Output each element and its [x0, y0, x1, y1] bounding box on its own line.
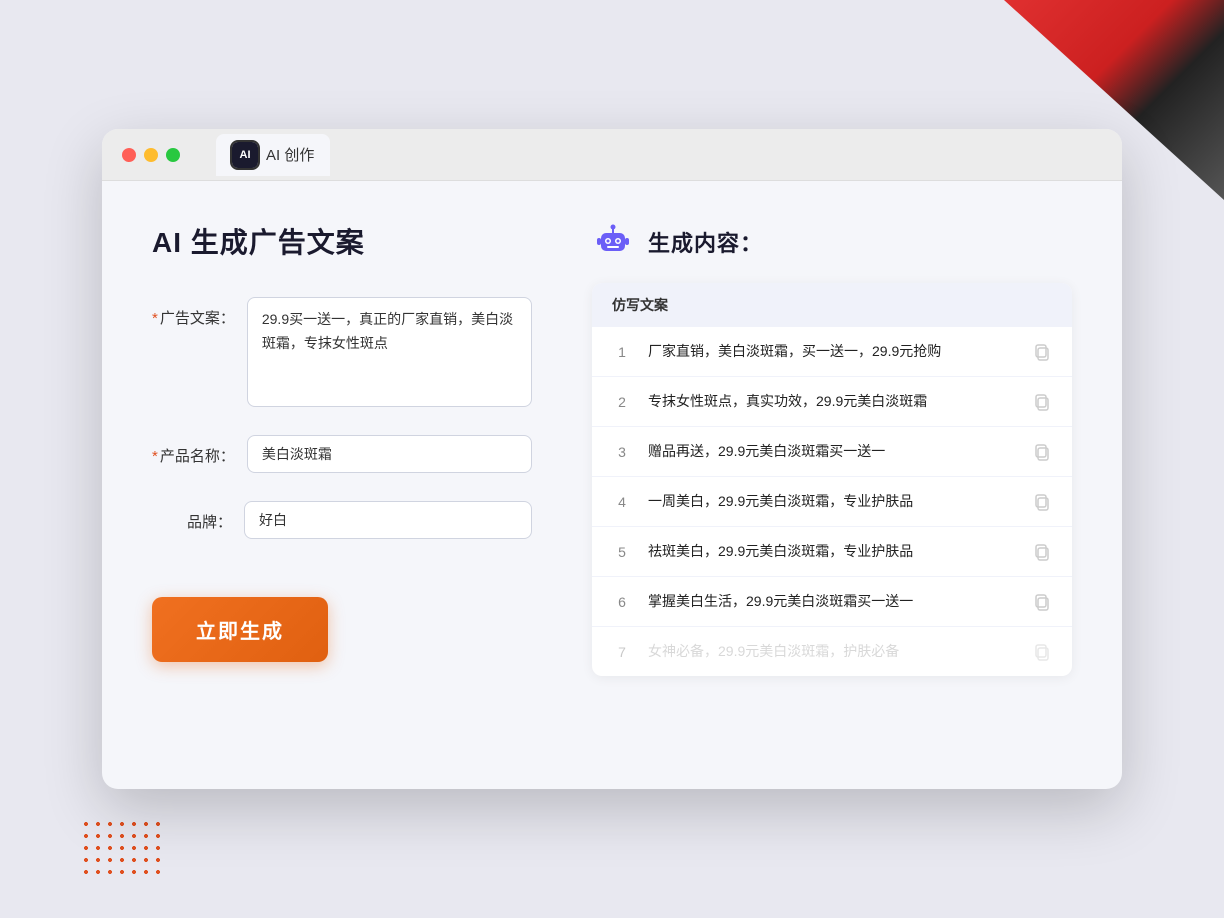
- result-row: 6 掌握美白生活，29.9元美白淡斑霜买一送一: [592, 577, 1072, 627]
- row-num-5: 5: [612, 544, 632, 560]
- row-text-1: 厂家直销，美白淡斑霜，买一送一，29.9元抢购: [648, 341, 1016, 362]
- row-text-6: 掌握美白生活，29.9元美白淡斑霜买一送一: [648, 591, 1016, 612]
- product-required: *: [152, 448, 158, 465]
- ad-copy-group: *广告文案： 29.9买一送一，真正的厂家直销，美白淡斑霜，专抹女性斑点: [152, 297, 532, 407]
- brand-label: 品牌：: [152, 501, 232, 532]
- result-row: 5 祛斑美白，29.9元美白淡斑霜，专业护肤品: [592, 527, 1072, 577]
- copy-icon-3[interactable]: [1032, 442, 1052, 462]
- results-table: 仿写文案 1 厂家直销，美白淡斑霜，买一送一，29.9元抢购 2 专抹女性斑点，…: [592, 283, 1072, 676]
- result-row: 3 赠品再送，29.9元美白淡斑霜买一送一: [592, 427, 1072, 477]
- row-text-5: 祛斑美白，29.9元美白淡斑霜，专业护肤品: [648, 541, 1016, 562]
- row-num-1: 1: [612, 344, 632, 360]
- ad-copy-required: *: [152, 310, 158, 327]
- copy-icon-1[interactable]: [1032, 342, 1052, 362]
- browser-tab[interactable]: AI AI 创作: [216, 134, 330, 176]
- brand-input[interactable]: [244, 501, 532, 539]
- row-num-2: 2: [612, 394, 632, 410]
- browser-window: AI AI 创作 AI 生成广告文案 *广告文案： 29.9买一送一，真正的厂家…: [102, 129, 1122, 789]
- product-name-group: *产品名称：: [152, 435, 532, 473]
- copy-icon-4[interactable]: [1032, 492, 1052, 512]
- copy-icon-2[interactable]: [1032, 392, 1052, 412]
- results-table-header: 仿写文案: [592, 283, 1072, 327]
- decorative-dots: [80, 818, 160, 878]
- ad-copy-label: *广告文案：: [152, 297, 235, 328]
- row-num-6: 6: [612, 594, 632, 610]
- row-text-4: 一周美白，29.9元美白淡斑霜，专业护肤品: [648, 491, 1016, 512]
- row-num-4: 4: [612, 494, 632, 510]
- row-text-2: 专抹女性斑点，真实功效，29.9元美白淡斑霜: [648, 391, 1016, 412]
- result-row: 2 专抹女性斑点，真实功效，29.9元美白淡斑霜: [592, 377, 1072, 427]
- row-text-3: 赠品再送，29.9元美白淡斑霜买一送一: [648, 441, 1016, 462]
- minimize-button[interactable]: [144, 148, 158, 162]
- page-title: AI 生成广告文案: [152, 221, 532, 261]
- tab-label: AI 创作: [266, 144, 314, 165]
- result-row: 4 一周美白，29.9元美白淡斑霜，专业护肤品: [592, 477, 1072, 527]
- right-header: 生成内容：: [592, 221, 1072, 263]
- brand-group: 品牌：: [152, 501, 532, 539]
- robot-icon: [592, 221, 634, 263]
- row-num-7: 7: [612, 644, 632, 660]
- copy-icon-5[interactable]: [1032, 542, 1052, 562]
- result-row: 1 厂家直销，美白淡斑霜，买一送一，29.9元抢购: [592, 327, 1072, 377]
- maximize-button[interactable]: [166, 148, 180, 162]
- browser-content: AI 生成广告文案 *广告文案： 29.9买一送一，真正的厂家直销，美白淡斑霜，…: [102, 181, 1122, 781]
- right-panel: 生成内容： 仿写文案 1 厂家直销，美白淡斑霜，买一送一，29.9元抢购 2 专…: [592, 221, 1072, 741]
- copy-icon-6[interactable]: [1032, 592, 1052, 612]
- traffic-lights: [122, 148, 180, 162]
- ai-logo-icon: AI: [232, 142, 258, 168]
- left-panel: AI 生成广告文案 *广告文案： 29.9买一送一，真正的厂家直销，美白淡斑霜，…: [152, 221, 532, 741]
- row-num-3: 3: [612, 444, 632, 460]
- generate-button[interactable]: 立即生成: [152, 597, 328, 662]
- result-row-faded: 7 女神必备，29.9元美白淡斑霜，护肤必备: [592, 627, 1072, 676]
- ad-copy-input[interactable]: 29.9买一送一，真正的厂家直销，美白淡斑霜，专抹女性斑点: [247, 297, 532, 407]
- close-button[interactable]: [122, 148, 136, 162]
- right-title: 生成内容：: [648, 226, 763, 258]
- product-name-input[interactable]: [247, 435, 532, 473]
- product-label: *产品名称：: [152, 435, 235, 466]
- copy-icon-7[interactable]: [1032, 642, 1052, 662]
- row-text-7: 女神必备，29.9元美白淡斑霜，护肤必备: [648, 641, 1016, 662]
- browser-titlebar: AI AI 创作: [102, 129, 1122, 181]
